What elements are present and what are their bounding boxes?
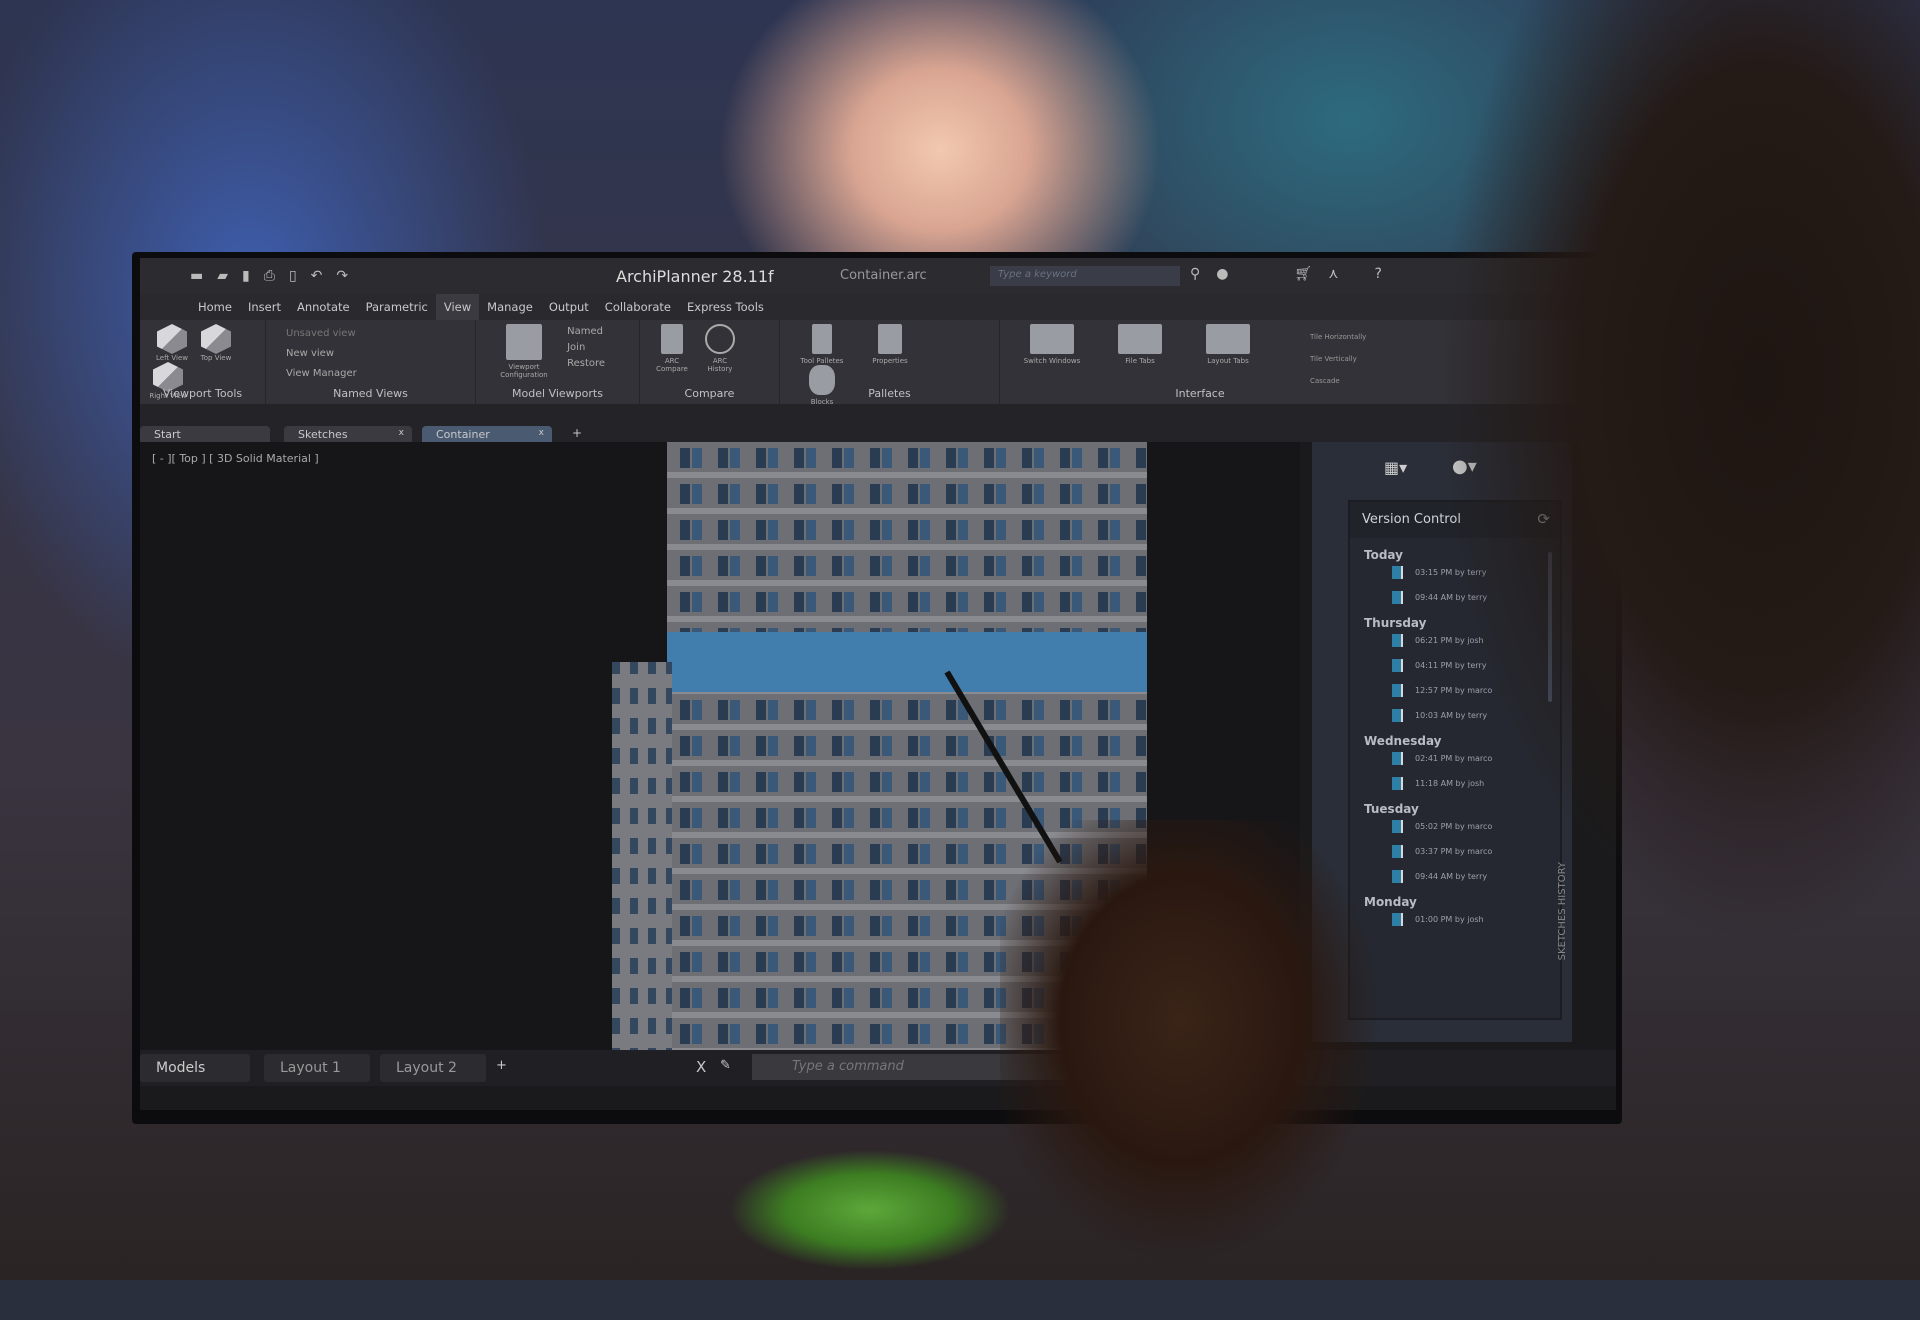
join-button[interactable]: Join [567, 340, 605, 356]
label: ARC Compare [656, 357, 688, 373]
properties-icon [878, 324, 902, 354]
tab-label: Start [154, 428, 181, 441]
left-view-button[interactable]: Left View [152, 324, 192, 362]
group-named-views: Unsaved view New view View Manager Named… [266, 320, 476, 404]
person-head-foreground [1380, 0, 1920, 1280]
menu-parametric[interactable]: Parametric [358, 294, 436, 320]
sketches-history-tab[interactable]: SKETCHES HISTORY [1557, 862, 1568, 960]
pencil-icon[interactable]: ✎ [720, 1058, 731, 1073]
tool-palletes-button[interactable]: Tool Palletes [792, 324, 852, 365]
group-label: Palletes [868, 387, 911, 400]
close-icon[interactable]: x [539, 428, 544, 438]
top-view-button[interactable]: Top View [196, 324, 236, 362]
user-icon[interactable]: ● [1216, 266, 1228, 282]
arc-history-button[interactable]: ARC History [700, 324, 740, 373]
palette-icon [812, 324, 832, 354]
group-palletes: Tool Palletes Properties Blocks Palletes [780, 320, 1000, 406]
group-label: Viewport Tools [162, 387, 243, 400]
file-name: Container.arc [840, 268, 927, 283]
menu-insert[interactable]: Insert [240, 294, 289, 320]
group-interface: Switch Windows File Tabs Layout Tabs Tile … [1000, 320, 1400, 404]
viewport-icon [506, 324, 542, 360]
group-label: Interface [1175, 387, 1225, 400]
file-tabs-button[interactable]: File Tabs [1100, 324, 1180, 365]
hand-with-pencil [1000, 820, 1420, 1320]
close-icon[interactable]: x [399, 428, 404, 438]
windows-icon [1030, 324, 1074, 354]
label: Layout Tabs [1207, 357, 1249, 365]
menu-home[interactable]: Home [190, 294, 240, 320]
view-manager-button[interactable]: View Manager [286, 364, 467, 384]
add-layout-button[interactable]: + [496, 1058, 507, 1073]
group-compare: ARC Compare ARC History Compare [640, 320, 780, 404]
redo-icon[interactable]: ↷ [336, 268, 348, 284]
viewport-configuration-button[interactable]: Viewport Configuration [500, 324, 548, 379]
app-title: ArchiPlanner 28.11f [616, 267, 774, 286]
group-label: Model Viewports [512, 387, 603, 400]
history-clock-icon [705, 324, 735, 354]
search-input[interactable]: Type a keyword [990, 266, 1180, 286]
compare-icon [661, 324, 683, 354]
close-command-button[interactable]: X [696, 1058, 706, 1076]
file-tabs-icon [1118, 324, 1162, 354]
restore-button[interactable]: Restore [567, 356, 605, 372]
cube-icon [201, 324, 231, 354]
tab-layout-1[interactable]: Layout 1 [264, 1054, 370, 1082]
menu-annotate[interactable]: Annotate [289, 294, 358, 320]
switch-windows-button[interactable]: Switch Windows [1012, 324, 1092, 365]
add-tab-button[interactable]: + [572, 426, 582, 440]
label: Left View [155, 354, 188, 362]
print-icon[interactable]: ⎙ [264, 268, 275, 284]
layout-tabs-icon [1206, 324, 1250, 354]
properties-button[interactable]: Properties [860, 324, 920, 365]
menu-view[interactable]: View [435, 294, 480, 320]
tab-label: Container [436, 428, 490, 441]
group-label: Compare [684, 387, 735, 400]
tab-models[interactable]: Models [140, 1054, 250, 1082]
arc-compare-button[interactable]: ARC Compare [652, 324, 692, 373]
menu-collaborate[interactable]: Collaborate [597, 294, 679, 320]
group-model-viewports: Viewport Configuration Named Join Restor… [476, 320, 640, 404]
save-icon[interactable]: ▮ [242, 268, 250, 284]
unsaved-view[interactable]: Unsaved view [286, 324, 467, 344]
tab-label: Sketches [298, 428, 348, 441]
label: File Tabs [1125, 357, 1155, 365]
cart-icon[interactable]: 🛒︎ [1294, 266, 1312, 282]
label: Top View [200, 354, 232, 362]
group-viewport-tools: Left View Top View Right View Viewport Too… [140, 320, 266, 404]
layout-tabs-button[interactable]: Layout Tabs [1188, 324, 1268, 365]
menu-output[interactable]: Output [541, 294, 597, 320]
label: ARC History [707, 357, 733, 373]
open-folder-icon[interactable]: ▰ [217, 268, 228, 284]
menu-manage[interactable]: Manage [479, 294, 541, 320]
quick-access-toolbar: ▬ ▰ ▮ ⎙ ▯ ↶ ↷ [190, 268, 348, 284]
named-button[interactable]: Named [567, 324, 605, 340]
search-icon[interactable]: ⚲ [1190, 266, 1200, 282]
share-icon[interactable]: ⋏ [1328, 266, 1338, 282]
menu-express-tools[interactable]: Express Tools [679, 294, 772, 320]
undo-icon[interactable]: ↶ [311, 268, 323, 284]
label: Tool Palletes [800, 357, 844, 365]
plant [720, 1150, 1020, 1280]
tab-layout-2[interactable]: Layout 2 [380, 1054, 486, 1082]
cube-icon [157, 324, 187, 354]
new-file-icon[interactable]: ▬ [190, 268, 203, 284]
group-label: Named Views [333, 387, 408, 400]
tile-horizontally-button[interactable]: Tile Horizontally [1310, 326, 1366, 348]
label: Properties [872, 357, 908, 365]
label: Viewport Configuration [500, 363, 548, 379]
label: Switch Windows [1023, 357, 1081, 365]
mobile-icon[interactable]: ▯ [289, 268, 297, 284]
tile-vertically-button[interactable]: Tile Vertically [1310, 348, 1366, 370]
new-view-button[interactable]: New view [286, 344, 467, 364]
